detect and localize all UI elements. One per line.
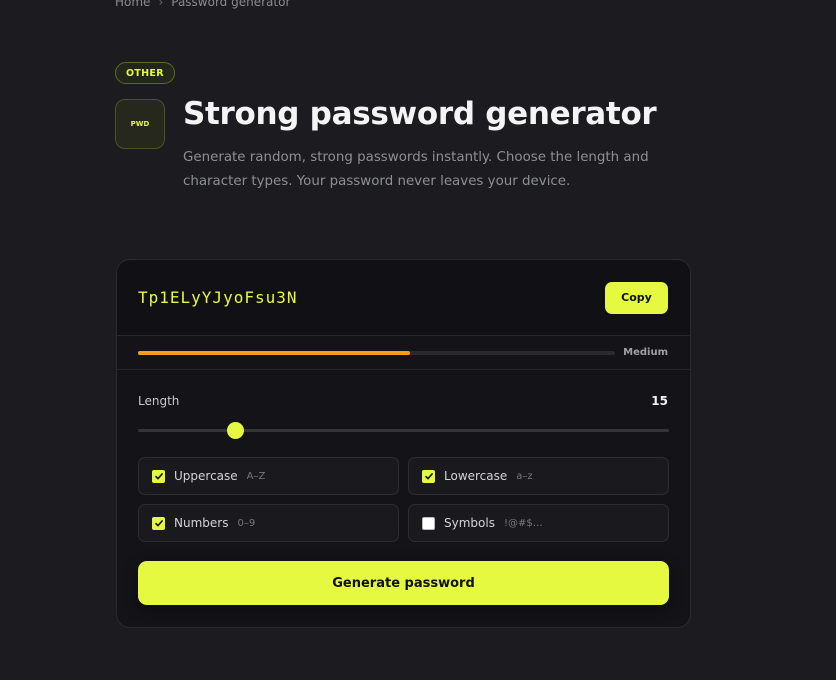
checkbox-checked-icon[interactable] bbox=[422, 469, 435, 483]
option-hint: 0–9 bbox=[237, 517, 256, 529]
option-label: Lowercase bbox=[444, 469, 508, 483]
password-output[interactable]: Tp1ELyYJyoFsu3N bbox=[138, 288, 298, 307]
option-hint: A–Z bbox=[246, 470, 266, 482]
checkbox-checked-icon[interactable] bbox=[152, 469, 165, 483]
option-label: Symbols bbox=[444, 516, 495, 530]
option-label: Uppercase bbox=[174, 469, 238, 483]
checkbox-checked-icon[interactable] bbox=[152, 516, 165, 530]
option-symbols[interactable]: Symbols !@#$… bbox=[408, 504, 669, 542]
option-label: Numbers bbox=[174, 516, 229, 530]
length-label: Length bbox=[138, 394, 180, 408]
breadcrumb-home-link[interactable]: Home bbox=[115, 0, 150, 9]
option-hint: a–z bbox=[516, 470, 533, 482]
length-slider-thumb[interactable] bbox=[226, 422, 244, 439]
breadcrumb: Home › Password generator bbox=[115, 0, 290, 9]
breadcrumb-separator: › bbox=[158, 0, 164, 9]
page-subtitle: Generate random, strong passwords instan… bbox=[183, 150, 649, 189]
length-value: 15 bbox=[651, 394, 668, 408]
length-slider-track[interactable] bbox=[138, 429, 669, 432]
option-lowercase[interactable]: Lowercase a–z bbox=[408, 457, 669, 495]
strength-fill bbox=[138, 350, 410, 355]
pwd-icon: PWD bbox=[115, 99, 165, 149]
breadcrumb-current: Password generator bbox=[171, 0, 291, 9]
generator-card: Tp1ELyYJyoFsu3N Copy Medium Length 15 Up… bbox=[116, 259, 691, 628]
strength-track bbox=[138, 350, 615, 355]
option-numbers[interactable]: Numbers 0–9 bbox=[138, 504, 399, 542]
strength-label: Medium bbox=[623, 347, 668, 358]
copy-button[interactable]: Copy bbox=[605, 281, 668, 314]
option-uppercase[interactable]: Uppercase A–Z bbox=[138, 457, 399, 495]
category-badge: OTHER bbox=[115, 62, 175, 84]
generate-password-button[interactable]: Generate password bbox=[138, 561, 669, 605]
password-output-row: Tp1ELyYJyoFsu3N Copy bbox=[117, 260, 690, 336]
page-title: Strong password generator bbox=[183, 96, 657, 132]
checkbox-unchecked-icon[interactable] bbox=[422, 516, 435, 530]
options-panel: Length 15 Uppercase A–Z Lowercase a–z Nu… bbox=[117, 370, 690, 627]
strength-meter: Medium bbox=[117, 336, 690, 370]
option-hint: !@#$… bbox=[503, 517, 543, 529]
